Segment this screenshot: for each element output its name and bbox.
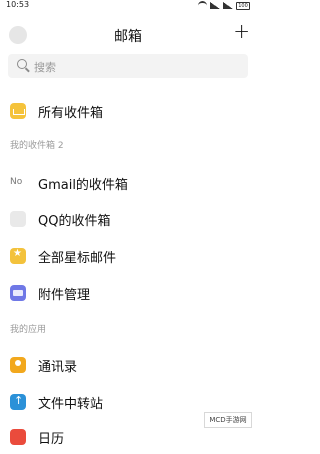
all-inboxes-label: 所有收件箱 [38,106,104,121]
watermark-logo: MCD手游网 [204,412,252,428]
list-item-attachments[interactable]: 附件管理 [0,276,256,310]
file-transfer-icon [10,394,26,410]
add-icon[interactable]: + [233,21,250,41]
list-item-gmail-inbox[interactable]: No Gmail的收件箱 [0,166,256,200]
status-icons: 100 [198,1,250,10]
signal-icon [210,2,220,9]
file-transfer-label: 文件中转站 [38,397,104,412]
list-item-starred[interactable]: 全部星标邮件 [0,239,256,273]
gmail-icon: No [10,177,23,187]
contacts-icon [10,357,26,373]
qq-inbox-label: QQ的收件箱 [38,214,111,229]
all-inboxes-item[interactable]: 所有收件箱 [0,94,256,128]
qq-icon [10,211,26,227]
battery-icon: 100 [236,1,250,10]
wifi-icon [198,1,207,10]
search-icon [17,59,27,69]
status-time: 10:53 [6,0,30,9]
calendar-icon [10,429,26,445]
attachments-label: 附件管理 [38,288,91,303]
calendar-label: 日历 [38,432,65,447]
page-title: 邮箱 [114,29,142,45]
search-placeholder: 搜索 [34,61,56,74]
status-bar: 10:53 100 [0,0,256,12]
signal-icon-2 [223,2,233,9]
gmail-inbox-label: Gmail的收件箱 [38,178,128,193]
starred-label: 全部星标邮件 [38,251,117,266]
list-item-contacts[interactable]: 通讯录 [0,348,256,382]
section-my-apps: 我的应用 [10,325,47,335]
search-input[interactable]: 搜索 [8,54,248,78]
header: 邮箱 + [0,20,256,50]
list-item-qq-inbox[interactable]: QQ的收件箱 [0,202,256,236]
attachment-icon [10,285,26,301]
star-icon [10,248,26,264]
contacts-label: 通讯录 [38,360,78,375]
section-my-inboxes: 我的收件箱 2 [10,141,64,151]
inbox-icon [10,103,26,119]
